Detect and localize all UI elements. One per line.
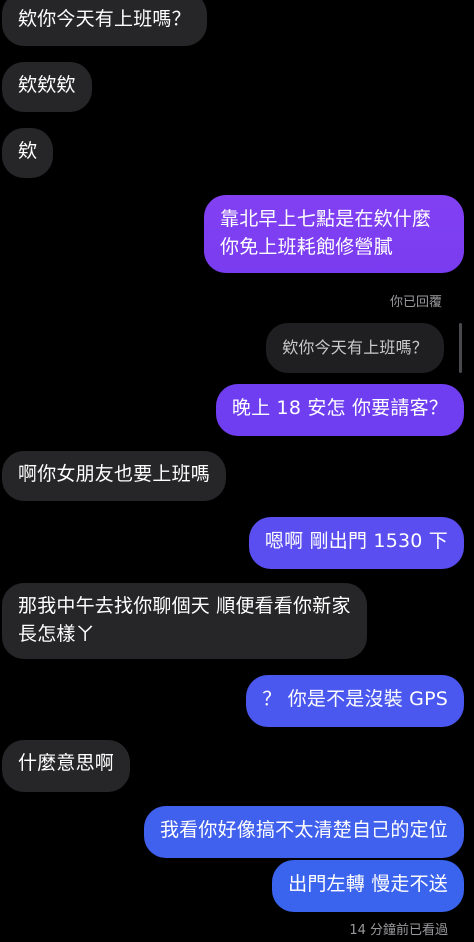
message-text: 晚上 18 安怎 你要請客？ [231, 397, 448, 419]
incoming-message[interactable]: 啊你女朋友也要上班嗎 [2, 451, 227, 501]
message-text: 我看你好像搞不太清楚自己的定位 [159, 819, 448, 841]
message-text: 欸 [18, 140, 38, 162]
reply-quote[interactable]: 欸你今天有上班嗎？ [266, 323, 444, 373]
message-text: 什麼意思啊 [18, 752, 115, 774]
incoming-message[interactable]: 欸 [2, 128, 54, 178]
outgoing-message[interactable]: 靠北早上七點是在欸什麼 你免上班耗飽修營膩 [204, 195, 464, 273]
reply-indicator-bar [459, 323, 462, 373]
message-text: 嗯啊 剛出門 1530 下 [264, 530, 448, 552]
outgoing-message[interactable]: 晚上 18 安怎 你要請客？ [215, 384, 464, 436]
incoming-message[interactable]: 欸你今天有上班嗎？ [2, 0, 207, 46]
incoming-message[interactable]: 那我中午去找你聊個天 順便看看你新家 長怎樣ㄚ [2, 583, 367, 659]
message-text-line: 你免上班耗飽修營膩 [220, 236, 393, 258]
outgoing-message[interactable]: 嗯啊 剛出門 1530 下 [248, 517, 464, 569]
seen-status: 14 分鐘前已看過 [349, 923, 448, 938]
message-text-line: 長怎樣ㄚ [18, 623, 95, 645]
outgoing-message[interactable]: 出門左轉 慢走不送 [272, 860, 464, 912]
message-text-line: 那我中午去找你聊個天 順便看看你新家 [18, 595, 351, 617]
message-text: 出門左轉 慢走不送 [288, 873, 448, 895]
outgoing-message[interactable]: ？ 你是不是沒裝 GPS [246, 675, 464, 727]
incoming-message[interactable]: 欸欸欸 [2, 62, 92, 112]
message-text: 欸欸欸 [18, 74, 76, 96]
message-text: ？ 你是不是沒裝 GPS [262, 688, 448, 710]
incoming-message[interactable]: 什麼意思啊 [2, 740, 131, 792]
reply-label: 你已回覆 [389, 295, 442, 310]
reply-quote-text: 欸你今天有上班嗎？ [282, 338, 428, 357]
outgoing-message[interactable]: 我看你好像搞不太清楚自己的定位 [143, 806, 464, 858]
message-text-line: 靠北早上七點是在欸什麼 [220, 208, 432, 230]
message-text: 欸你今天有上班嗎？ [18, 8, 191, 30]
message-text: 啊你女朋友也要上班嗎 [18, 463, 211, 485]
